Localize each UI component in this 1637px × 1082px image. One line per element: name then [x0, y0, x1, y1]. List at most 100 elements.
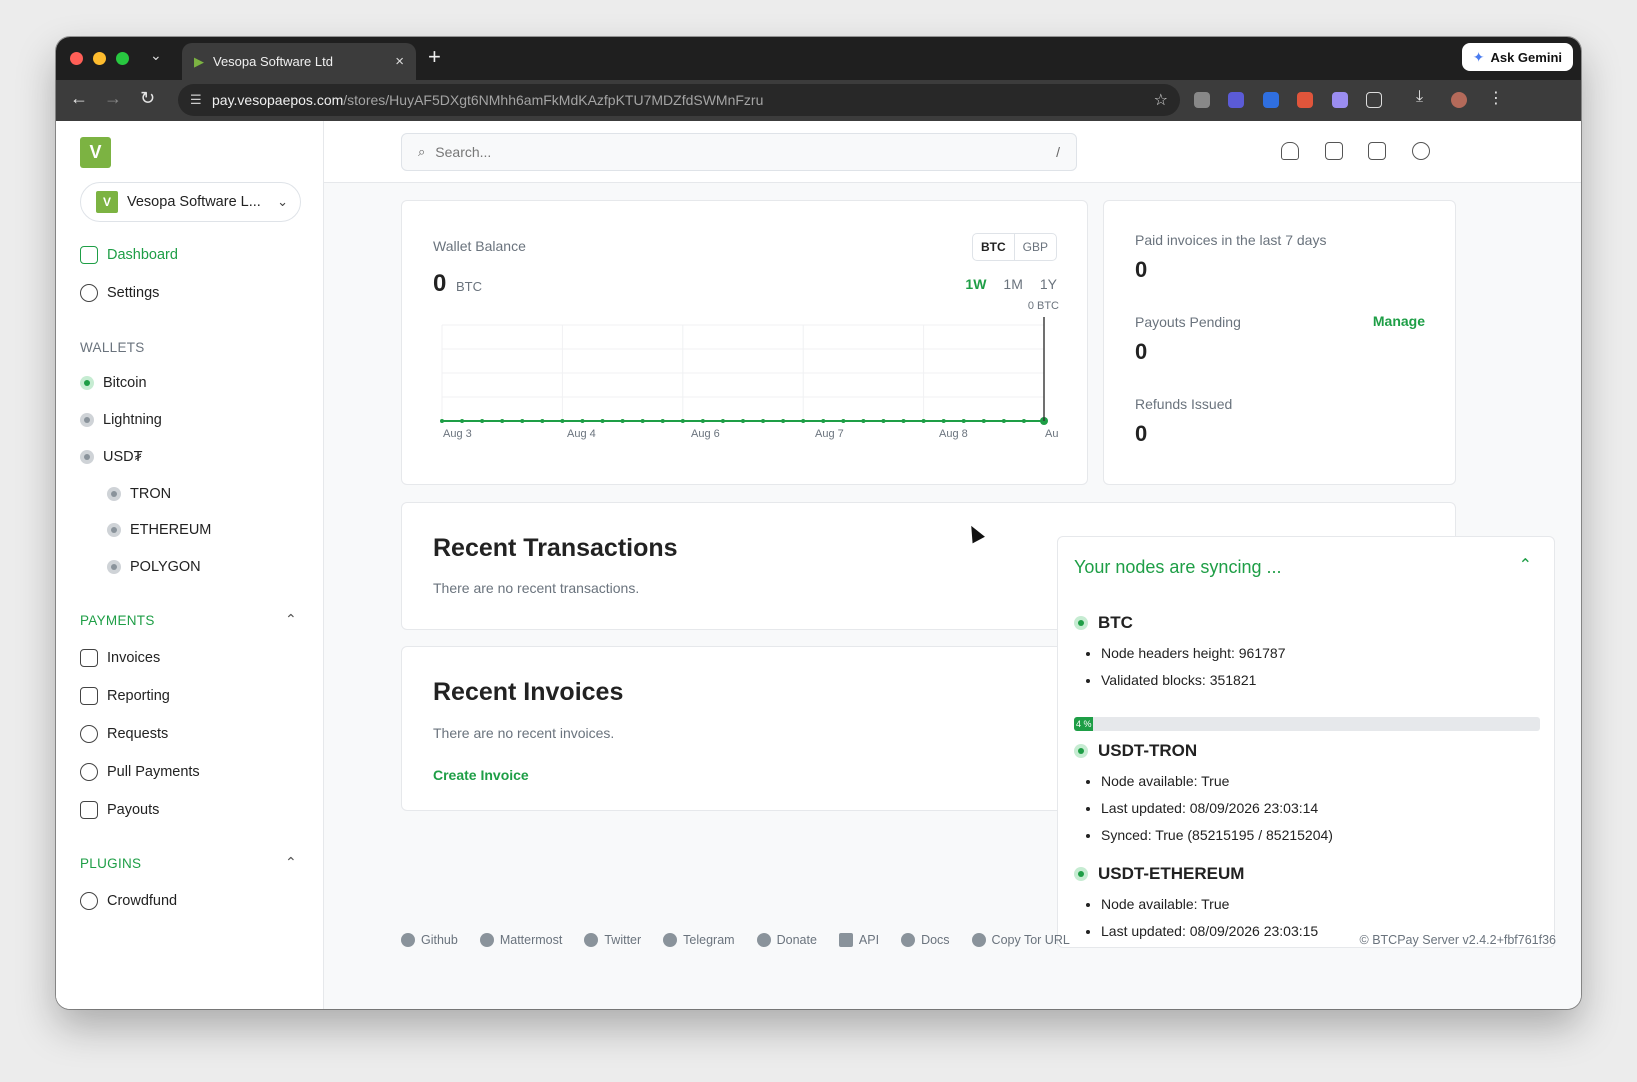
chevron-up-icon[interactable]: ⌃ [1519, 555, 1532, 575]
crowdfund-icon [80, 892, 98, 910]
bell-icon[interactable] [1281, 142, 1299, 160]
bookmark-star-icon[interactable]: ☆ [1154, 90, 1168, 110]
ghost-extension-icon[interactable] [1332, 92, 1348, 108]
footer-link-label: Twitter [604, 933, 642, 947]
node-usdt-tron-header: USDT-TRON [1074, 741, 1197, 761]
recent-invoices-title: Recent Invoices [433, 678, 624, 706]
sidebar-item-polygon[interactable]: POLYGON [107, 559, 201, 575]
chart-x-tick-label: Aug 7 [815, 428, 844, 440]
footer-link-docs[interactable]: Docs [901, 933, 950, 947]
refunds-issued-label: Refunds Issued [1135, 396, 1233, 412]
footer-link-copy-tor-url[interactable]: Copy Tor URL [971, 933, 1070, 947]
search-icon: ⌕ [418, 144, 426, 159]
footer-link-label: Donate [776, 933, 817, 947]
address-bar[interactable]: ☰ pay.vesopaepos.com /stores/HuyAF5DXgt6… [178, 84, 1180, 116]
footer-link-donate[interactable]: Donate [756, 933, 817, 947]
store-selector[interactable]: V Vesopa Software L... ⌄ [80, 182, 301, 222]
sidebar-item-pull-payments[interactable]: Pull Payments [80, 763, 200, 781]
sidebar-item-bitcoin[interactable]: Bitcoin [80, 375, 147, 391]
chart-point [700, 419, 705, 423]
chart-y-tick-label: 0 BTC [1028, 300, 1059, 312]
sidebar-item-label: Payouts [107, 802, 160, 818]
close-window-button[interactable] [70, 52, 83, 65]
recent-transactions-title: Recent Transactions [433, 534, 678, 562]
reload-icon[interactable]: ↻ [140, 88, 155, 109]
app: V V Vesopa Software L... ⌄ Dashboard Set… [56, 121, 1581, 1009]
footer-link-api[interactable]: API [838, 933, 879, 947]
range-1y[interactable]: 1Y [1040, 276, 1057, 292]
tor-onion-icon [971, 933, 986, 947]
chart-point [640, 419, 645, 423]
camera-extension-icon[interactable] [1194, 92, 1210, 108]
puzzle-extensions-icon[interactable] [1366, 92, 1382, 108]
sidebar-item-usdt[interactable]: USD₮ [80, 449, 142, 465]
create-invoice-link[interactable]: Create Invoice [433, 767, 529, 783]
chart-point [500, 419, 505, 423]
theme-toggle-icon[interactable] [1368, 142, 1386, 160]
tab-close-button[interactable]: × [395, 53, 404, 70]
sidebar-item-ethereum[interactable]: ETHEREUM [107, 522, 211, 538]
sidebar-item-requests[interactable]: Requests [80, 725, 168, 743]
footer-link-telegram[interactable]: Telegram [663, 933, 735, 947]
plug-icon[interactable] [1325, 142, 1343, 160]
tab-search-dropdown[interactable]: ⌄ [150, 47, 162, 64]
footer-link-github[interactable]: Github [401, 933, 458, 947]
range-1m[interactable]: 1M [1003, 276, 1022, 292]
site-info-icon[interactable]: ☰ [190, 92, 212, 108]
sidebar-item-payouts[interactable]: Payouts [80, 801, 159, 819]
payments-section-label[interactable]: PAYMENTS [80, 613, 155, 628]
back-icon[interactable]: ← [70, 88, 88, 109]
chart-point [480, 419, 485, 423]
chart-point [961, 419, 966, 423]
sidebar-item-reporting[interactable]: Reporting [80, 687, 170, 705]
chart-point [620, 419, 625, 423]
chart-point [660, 419, 665, 423]
shield-extension-icon[interactable] [1263, 92, 1279, 108]
chart-point [861, 419, 866, 423]
search-box[interactable]: ⌕ / [401, 133, 1077, 171]
minimize-window-button[interactable] [93, 52, 106, 65]
sidebar-item-tron[interactable]: TRON [107, 486, 171, 502]
browser-menu-icon[interactable]: ⋮ [1488, 88, 1504, 108]
store-logo[interactable]: V [80, 137, 111, 168]
pull-payments-icon [80, 763, 98, 781]
footer-link-twitter[interactable]: Twitter [584, 933, 641, 947]
new-tab-button[interactable]: + [428, 44, 441, 70]
search-input[interactable] [435, 144, 1047, 160]
sidebar-item-invoices[interactable]: Invoices [80, 649, 160, 667]
wallet-balance-chart[interactable]: 0 BTC Aug 3 Aug 4 Aug 6 Aug 7 Aug 8 Au [432, 297, 1064, 447]
sidebar-item-settings[interactable]: Settings [80, 284, 159, 302]
extension-icon[interactable] [1228, 92, 1244, 108]
download-icon[interactable]: ⤓ [1416, 88, 1423, 106]
browser-tab[interactable]: ▶ Vesopa Software Ltd × [182, 43, 416, 80]
sidebar-item-crowdfund[interactable]: Crowdfund [80, 892, 177, 910]
sidebar-item-dashboard[interactable]: Dashboard [80, 246, 178, 264]
plugins-section-label[interactable]: PLUGINS [80, 856, 141, 871]
currency-option-gbp[interactable]: GBP [1015, 234, 1056, 260]
chevron-up-icon[interactable]: ⌃ [285, 611, 297, 628]
chart-point [600, 419, 605, 423]
footer-link-mattermost[interactable]: Mattermost [479, 933, 562, 947]
browser-window: ⌄ ▶ Vesopa Software Ltd × + ✦ Ask Gemini… [56, 37, 1581, 1009]
forward-icon[interactable]: → [104, 88, 122, 109]
sidebar-item-label: Pull Payments [107, 764, 200, 780]
ask-gemini-button[interactable]: ✦ Ask Gemini [1461, 43, 1573, 71]
chevron-up-icon[interactable]: ⌃ [285, 854, 297, 871]
reporting-icon [80, 687, 98, 705]
list-item: Synced: True (85215195 / 85215204) [1101, 822, 1333, 849]
chart-point [941, 419, 946, 423]
range-1w[interactable]: 1W [965, 276, 986, 292]
currency-option-btc[interactable]: BTC [973, 234, 1015, 260]
chart-point [440, 419, 444, 423]
manage-payouts-link[interactable]: Manage [1373, 313, 1425, 329]
sidebar-item-lightning[interactable]: Lightning [80, 412, 162, 428]
sidebar-item-label: Reporting [107, 688, 170, 704]
profile-avatar[interactable] [1451, 92, 1467, 108]
account-icon[interactable] [1412, 142, 1430, 160]
status-dot-icon [107, 487, 121, 501]
status-dot-icon [107, 560, 121, 574]
maximize-window-button[interactable] [116, 52, 129, 65]
top-header: ⌕ / [324, 121, 1581, 183]
sidebar-item-label: Settings [107, 285, 160, 301]
fox-extension-icon[interactable] [1297, 92, 1313, 108]
